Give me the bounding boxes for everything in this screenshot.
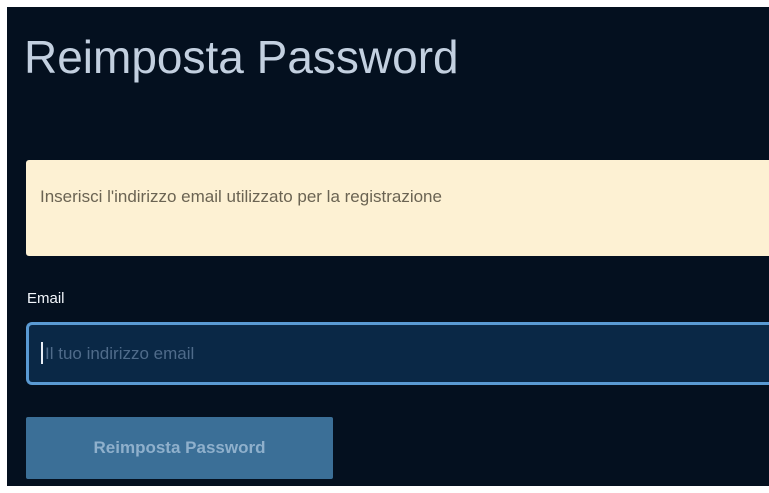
email-label: Email [27, 290, 65, 307]
info-alert-text: Inserisci l'indirizzo email utilizzato p… [40, 187, 442, 206]
reset-password-button[interactable]: Reimposta Password [26, 417, 333, 479]
email-field[interactable] [26, 322, 769, 385]
info-alert [26, 160, 769, 256]
text-cursor [41, 342, 43, 364]
page-frame: Reimposta Password Inserisci l'indirizzo… [0, 0, 769, 493]
page-title: Reimposta Password [24, 31, 459, 83]
